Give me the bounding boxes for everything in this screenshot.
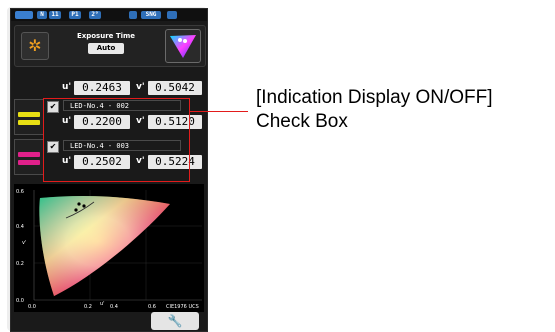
u-value: 0.2463 bbox=[74, 81, 130, 95]
status-dot-icon bbox=[129, 11, 137, 19]
x-tick-label: 0.4 bbox=[110, 304, 118, 310]
x-tick-label: 0.2 bbox=[84, 304, 92, 310]
status-program-chip: P1 bbox=[69, 11, 81, 19]
spectral-locus-highlight bbox=[39, 196, 171, 297]
v-label: v' bbox=[136, 82, 145, 92]
status-lock-icon bbox=[167, 11, 177, 19]
ambient-light-button[interactable]: ✲ bbox=[21, 32, 49, 60]
x-axis-label: u' bbox=[100, 301, 105, 307]
callout-annotation: [Indication Display ON/OFF] Check Box bbox=[256, 86, 555, 134]
x-tick-label: 0.6 bbox=[148, 304, 156, 310]
status-mode-chip: N bbox=[37, 11, 47, 19]
sun-icon: ✲ bbox=[28, 36, 42, 55]
y-axis-label: v' bbox=[22, 240, 26, 246]
exposure-time-value[interactable]: Auto bbox=[88, 43, 124, 54]
v-value: 0.5042 bbox=[148, 81, 202, 95]
color-space-label: CIE1976 UCS bbox=[166, 304, 199, 310]
y-tick-label: 0.0 bbox=[16, 298, 24, 304]
status-sng-chip: SNG bbox=[141, 11, 161, 19]
y-tick-label: 0.2 bbox=[16, 261, 24, 267]
battery-icon bbox=[15, 11, 33, 19]
callout-subtitle: Check Box bbox=[256, 111, 348, 132]
u-label: u' bbox=[62, 82, 72, 92]
measured-point bbox=[74, 208, 78, 212]
status-angle-chip: 2° bbox=[89, 11, 101, 19]
status-ch-chip: 11 bbox=[49, 11, 61, 19]
exposure-time-label: Exposure Time bbox=[76, 32, 136, 40]
status-bar: N 11 P1 2° SNG bbox=[11, 9, 207, 21]
y-tick-label: 0.4 bbox=[16, 224, 24, 230]
cie-diagram-plot: 0.6 0.4 0.2 0.0 v' 0.0 0.2 u' 0.4 0.6 CI… bbox=[16, 189, 202, 310]
exposure-panel: ✲ Exposure Time Auto bbox=[14, 25, 206, 67]
color-gamut-icon bbox=[170, 35, 196, 58]
x-tick-label: 0.0 bbox=[28, 304, 36, 310]
cie-diagram-button[interactable] bbox=[165, 29, 201, 63]
led-point bbox=[82, 204, 86, 208]
callout-title: [Indication Display ON/OFF] bbox=[256, 87, 493, 108]
callout-leader-line bbox=[189, 111, 248, 112]
tool-button[interactable]: 🔧 bbox=[151, 312, 199, 330]
led-point bbox=[77, 202, 81, 206]
measurement-uv-row: u' 0.2463 v' 0.5042 bbox=[14, 81, 204, 95]
cie-uv-diagram[interactable]: 0.6 0.4 0.2 0.0 v' 0.0 0.2 u' 0.4 0.6 CI… bbox=[14, 184, 204, 312]
wrench-icon: 🔧 bbox=[167, 314, 183, 328]
checkbox-callout-highlight bbox=[43, 98, 190, 182]
y-tick-label: 0.6 bbox=[16, 189, 24, 195]
